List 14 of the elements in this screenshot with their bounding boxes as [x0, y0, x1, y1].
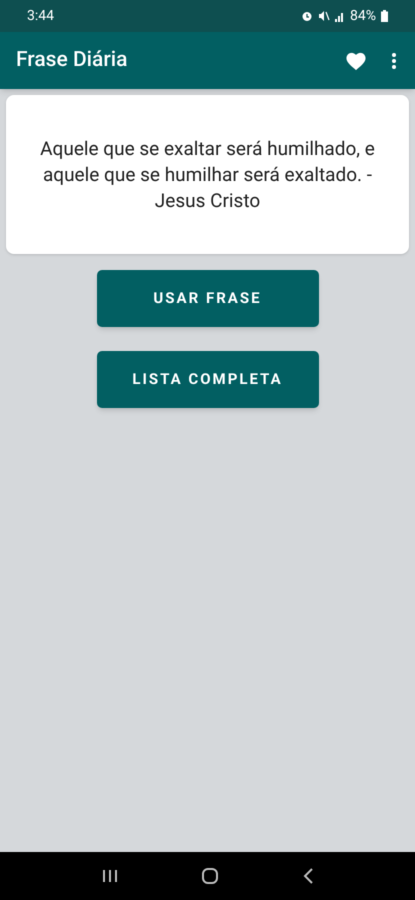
signal-icon	[335, 10, 345, 22]
status-time: 3:44	[27, 6, 54, 26]
battery-percent: 84%	[350, 6, 376, 26]
mute-icon	[318, 10, 330, 22]
app-title: Frase Diária	[16, 46, 128, 74]
quote-text: Aquele que se exaltar será humilhado, e aquele que se humilhar será exaltado. - Jesus Cristo	[39, 136, 376, 214]
more-options-button[interactable]	[391, 52, 397, 70]
favorite-button[interactable]	[345, 50, 367, 70]
back-icon[interactable]	[302, 867, 314, 885]
action-button[interactable]: LISTA COMPLETA	[96, 351, 318, 408]
battery-icon	[381, 10, 388, 22]
action-button[interactable]: USAR FRASE	[96, 270, 318, 327]
home-icon[interactable]	[200, 867, 218, 885]
recent-apps-icon[interactable]	[102, 869, 118, 883]
